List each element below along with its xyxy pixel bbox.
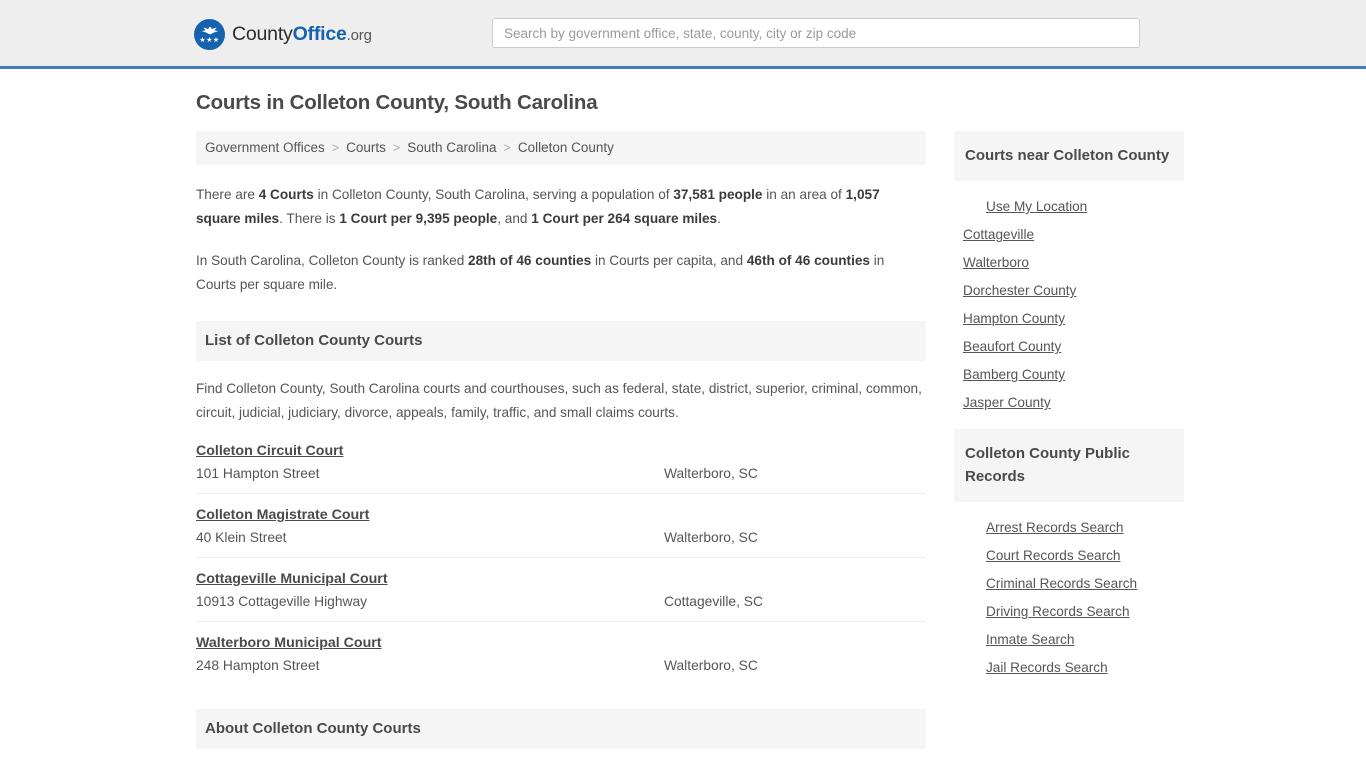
page-container: Courts in Colleton County, South Carolin… <box>0 91 1366 768</box>
nearby-courts-links: Use My Location Cottageville Walterboro … <box>954 181 1184 411</box>
sidebar-item-arrest-records-search[interactable]: Arrest Records Search <box>954 508 1124 536</box>
main-column: Government Offices > Courts > South Caro… <box>196 131 926 768</box>
about-section-heading: About Colleton County Courts <box>196 709 926 749</box>
public-records-links: Arrest Records Search Court Records Sear… <box>954 502 1184 676</box>
court-name-link[interactable]: Colleton Circuit Court <box>196 443 343 459</box>
court-detail: 10913 Cottageville Highway Cottageville,… <box>196 594 926 609</box>
search-input[interactable] <box>492 18 1140 48</box>
breadcrumb-item-south-carolina[interactable]: South Carolina <box>407 140 496 155</box>
rank-per-capita: 28th of 46 counties <box>468 253 592 268</box>
court-name-link[interactable]: Cottageville Municipal Court <box>196 571 388 587</box>
sidebar-item-jail-records-search[interactable]: Jail Records Search <box>954 648 1108 676</box>
site-logo[interactable]: ★★★ CountyOffice.org <box>194 19 372 50</box>
brand-wordmark: CountyOffice.org <box>232 23 372 46</box>
sidebar-item-bamberg-county[interactable]: Bamberg County <box>954 355 1065 383</box>
court-address: 101 Hampton Street <box>196 466 320 481</box>
breadcrumb-separator: > <box>503 140 511 155</box>
stats-paragraph-1: There are 4 Courts in Colleton County, S… <box>196 183 926 231</box>
stats-text: , and <box>497 211 532 226</box>
eagle-seal-icon: ★★★ <box>194 19 225 50</box>
court-city: Walterboro, SC <box>664 658 758 673</box>
site-header: ★★★ CountyOffice.org <box>0 0 1366 69</box>
sidebar-item-walterboro[interactable]: Walterboro <box>954 243 1029 271</box>
breadcrumb-item-colleton-county[interactable]: Colleton County <box>518 140 614 155</box>
sidebar-item-inmate-search[interactable]: Inmate Search <box>954 620 1074 648</box>
use-my-location-link[interactable]: Use My Location <box>954 187 1087 215</box>
court-detail: 40 Klein Street Walterboro, SC <box>196 530 926 545</box>
table-row: Colleton Circuit Court 101 Hampton Stree… <box>196 442 926 494</box>
court-detail: 248 Hampton Street Walterboro, SC <box>196 658 926 673</box>
court-city: Cottageville, SC <box>664 594 763 609</box>
sidebar-item-driving-records-search[interactable]: Driving Records Search <box>954 592 1130 620</box>
stats-text: in Colleton County, South Carolina, serv… <box>313 187 674 202</box>
table-row: Colleton Magistrate Court 40 Klein Stree… <box>196 506 926 558</box>
sidebar-item-criminal-records-search[interactable]: Criminal Records Search <box>954 564 1137 592</box>
stats-per-area: 1 Court per 264 square miles <box>531 211 718 226</box>
court-address: 248 Hampton Street <box>196 658 320 673</box>
stats-text: in Courts per capita, and <box>591 253 747 268</box>
public-records-heading: Colleton County Public Records <box>954 429 1184 502</box>
stats-per-capita: 1 Court per 9,395 people <box>339 211 498 226</box>
sidebar-item-jasper-county[interactable]: Jasper County <box>954 383 1051 411</box>
brand-text-org: .org <box>346 27 372 44</box>
nearby-courts-heading: Courts near Colleton County <box>954 131 1184 181</box>
stats-text: . There is <box>279 211 340 226</box>
brand-text-office: Office <box>292 23 347 45</box>
court-city: Walterboro, SC <box>664 530 758 545</box>
stars-icon: ★★★ <box>199 37 220 44</box>
stats-population: 37,581 people <box>673 187 763 202</box>
breadcrumb-separator: > <box>392 140 401 155</box>
court-name-link[interactable]: Colleton Magistrate Court <box>196 507 369 523</box>
stats-text: . <box>717 211 721 226</box>
sidebar-item-cottageville[interactable]: Cottageville <box>954 215 1034 243</box>
sidebar-item-hampton-county[interactable]: Hampton County <box>954 299 1065 327</box>
breadcrumb-item-courts[interactable]: Courts <box>346 140 386 155</box>
court-name-link[interactable]: Walterboro Municipal Court <box>196 635 381 651</box>
rank-per-square-mile: 46th of 46 counties <box>746 253 870 268</box>
stats-courts-count: 4 Courts <box>258 187 314 202</box>
page-title: Courts in Colleton County, South Carolin… <box>196 91 598 114</box>
brand-text-county: County <box>232 23 293 45</box>
stats-text: There are <box>196 187 259 202</box>
table-row: Walterboro Municipal Court 248 Hampton S… <box>196 634 926 685</box>
search-container <box>492 18 1140 48</box>
table-row: Cottageville Municipal Court 10913 Cotta… <box>196 570 926 622</box>
court-city: Walterboro, SC <box>664 466 758 481</box>
content-columns: Government Offices > Courts > South Caro… <box>196 131 1184 768</box>
sidebar: Courts near Colleton County Use My Locat… <box>954 131 1184 680</box>
sidebar-item-dorchester-county[interactable]: Dorchester County <box>954 271 1076 299</box>
stats-text: In South Carolina, Colleton County is ra… <box>196 253 469 268</box>
court-address: 40 Klein Street <box>196 530 287 545</box>
nearby-courts-panel: Courts near Colleton County Use My Locat… <box>954 131 1184 411</box>
court-list: Colleton Circuit Court 101 Hampton Stree… <box>196 442 926 685</box>
public-records-panel: Colleton County Public Records Arrest Re… <box>954 429 1184 676</box>
breadcrumb: Government Offices > Courts > South Caro… <box>196 131 926 165</box>
sidebar-item-beaufort-county[interactable]: Beaufort County <box>954 327 1061 355</box>
stats-paragraph-2: In South Carolina, Colleton County is ra… <box>196 249 926 297</box>
list-section-heading: List of Colleton County Courts <box>196 321 926 361</box>
breadcrumb-separator: > <box>331 140 340 155</box>
court-detail: 101 Hampton Street Walterboro, SC <box>196 466 926 481</box>
list-section-intro: Find Colleton County, South Carolina cou… <box>196 381 922 420</box>
sidebar-item-court-records-search[interactable]: Court Records Search <box>954 536 1120 564</box>
stats-text: in an area of <box>762 187 846 202</box>
breadcrumb-item-government-offices[interactable]: Government Offices <box>205 140 325 155</box>
court-address: 10913 Cottageville Highway <box>196 594 368 609</box>
